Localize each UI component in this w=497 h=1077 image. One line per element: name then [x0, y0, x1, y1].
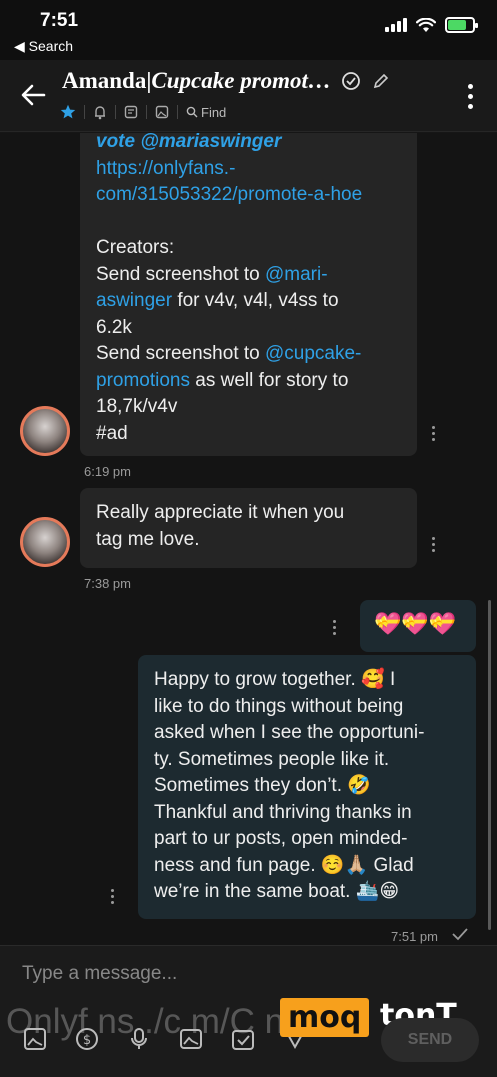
avatar[interactable] [20, 517, 70, 567]
schedule-calendar-icon[interactable] [230, 1026, 256, 1052]
svg-text:$: $ [83, 1033, 91, 1048]
mention-link[interactable]: aswinger [96, 290, 172, 311]
message-text-line: 18,7k/v4v [96, 396, 178, 417]
chat-title[interactable]: Amanda|Cupcake promot… [62, 68, 331, 94]
message-text-line: asked when I see the opportuni- [154, 722, 425, 743]
mention-link[interactable]: vote @mariaswinger [96, 133, 281, 152]
message-text-line: like to do things without being [154, 695, 404, 717]
message-options-icon[interactable] [333, 620, 336, 635]
gallery-icon[interactable] [155, 105, 169, 119]
mention-link[interactable]: promotions [96, 370, 190, 391]
incoming-message-bubble[interactable]: vote @mariaswinger https://onlyfans.- co… [80, 133, 417, 456]
message-list[interactable]: vote @mariaswinger https://onlyfans.- co… [0, 133, 497, 945]
message-text-line: Send screenshot to @cupcake- [96, 341, 401, 368]
avatar[interactable] [20, 406, 70, 456]
message-text-line: aswinger for v4v, v4l, v4ss to [96, 288, 401, 315]
message-text-line: we’re in the same boat. 🛳️😁 [154, 881, 400, 902]
message-text-line: tag me love. [96, 528, 200, 550]
message-link-cont[interactable]: com/315053322/promote-a-hoe [96, 182, 401, 209]
find-label: Find [201, 104, 227, 120]
message-text-line: Really appreciate it when you [96, 502, 345, 523]
message-text-line: ty. Sometimes people like it. [154, 748, 390, 770]
message-text-line: Happy to grow together. 🥰 I [154, 669, 396, 690]
read-check-icon [452, 928, 468, 941]
message-text-line: Thankful and thriving thanks in [154, 801, 412, 823]
message-text-line: #ad [96, 422, 128, 444]
message-options-icon[interactable] [432, 426, 435, 441]
message-emoji: 💝💝💝 [374, 611, 457, 636]
microphone-icon[interactable] [126, 1026, 152, 1052]
message-composer: Type a message... Onlyf ns ./c m/C n7 $ [0, 945, 497, 1077]
message-text-line: promotions as well for story to [96, 368, 401, 395]
composer-toolbar: $ [22, 1026, 308, 1052]
chat-toolbar: Find [60, 104, 226, 120]
verified-icon [342, 72, 360, 90]
text-span: for v4v, v4l, v4ss to [172, 290, 339, 311]
notes-icon[interactable] [124, 105, 138, 119]
message-options-icon[interactable] [432, 537, 435, 552]
message-link[interactable]: https://onlyfans.- [96, 156, 401, 183]
find-button[interactable]: Find [186, 105, 226, 120]
message-text-line: Send screenshot to @mari- [96, 262, 401, 289]
more-options-icon[interactable] [468, 84, 473, 109]
send-button[interactable]: SEND [381, 1018, 479, 1062]
chat-title-row[interactable]: Amanda|Cupcake promot… [62, 68, 391, 94]
wifi-icon [416, 17, 436, 32]
message-timestamp: 6:19 pm [84, 464, 131, 479]
notifications-bell-icon[interactable] [93, 105, 107, 120]
text-span: Send screenshot to [96, 263, 265, 285]
message-text-line: part to ur posts, open minded- [154, 828, 408, 849]
text-span: as well for story to [190, 369, 349, 391]
mention-link[interactable]: @mari- [265, 264, 328, 285]
outgoing-message-bubble[interactable]: Happy to grow together. 🥰 I like to do t… [138, 655, 476, 919]
message-text-line: Creators: [96, 237, 175, 258]
outgoing-message-bubble[interactable]: 💝💝💝 [360, 600, 476, 652]
mention-link[interactable]: @cupcake- [265, 343, 361, 364]
message-text-line: ness and fun page. ☺️🙏🏼 Glad [154, 854, 414, 876]
chat-title-handle: Cupcake promot… [151, 68, 331, 93]
message-timestamp: 7:51 pm [391, 929, 438, 944]
star-icon[interactable] [60, 104, 76, 120]
incoming-message-bubble[interactable]: Really appreciate it when you tag me lov… [80, 488, 417, 568]
search-icon [186, 106, 198, 118]
battery-icon [445, 17, 478, 33]
back-to-search-link[interactable]: ◀ Search [14, 38, 73, 55]
text-span: Send screenshot to [96, 343, 265, 364]
message-text-line: vote @mariaswinger [96, 133, 401, 156]
message-options-icon[interactable] [111, 889, 114, 904]
chat-scrollbar[interactable] [488, 600, 491, 930]
message-timestamp: 7:38 pm [84, 576, 131, 591]
chat-header: Amanda|Cupcake promot… Find [0, 60, 497, 132]
status-bar: 7:51 ◀ Search [0, 0, 497, 60]
cellular-signal-icon [385, 18, 407, 32]
chat-title-name: Amanda| [62, 68, 152, 93]
message-text-line: 6.2k [96, 316, 132, 338]
back-arrow-icon[interactable] [18, 80, 48, 110]
edit-pencil-icon[interactable] [371, 71, 391, 91]
tip-dollar-icon[interactable]: $ [74, 1026, 100, 1052]
message-input[interactable]: Type a message... [22, 963, 177, 985]
message-text-line: Sometimes they don’t. 🤣 [154, 775, 371, 796]
image-upload-icon[interactable] [22, 1026, 48, 1052]
vault-media-icon[interactable] [178, 1026, 204, 1052]
status-icons [385, 17, 478, 33]
watermark-logo-badge: moq [280, 998, 370, 1037]
status-time: 7:51 [40, 10, 79, 31]
